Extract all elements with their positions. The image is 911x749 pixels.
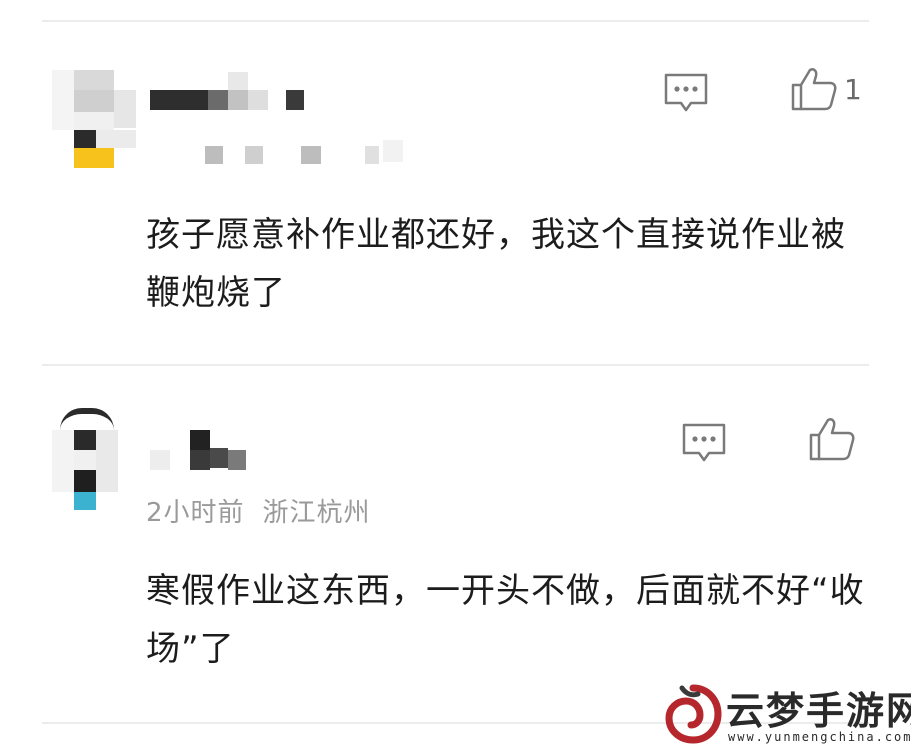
reply-button[interactable] xyxy=(680,422,728,464)
like-button[interactable] xyxy=(808,416,856,462)
comment-meta-redacted xyxy=(205,140,465,168)
watermark-url: www.yunmengchina.com xyxy=(728,730,911,744)
reply-button[interactable] xyxy=(662,72,710,114)
comment-text: 孩子愿意补作业都还好，我这个直接说作业被鞭炮烧了 xyxy=(146,215,846,313)
comment-bubble-icon xyxy=(682,423,726,462)
comment-meta: 2小时前 浙江杭州 xyxy=(146,492,389,529)
username[interactable] xyxy=(150,430,410,470)
like-button[interactable]: 1 xyxy=(790,66,862,112)
like-count: 1 xyxy=(844,72,862,106)
avatar[interactable] xyxy=(52,408,142,518)
comment-location: 浙江杭州 xyxy=(262,498,371,528)
watermark: 云梦手游网 www.yunmengchina.com xyxy=(660,680,911,749)
divider-top xyxy=(42,20,869,22)
comment-bubble-icon xyxy=(664,73,708,112)
avatar[interactable] xyxy=(52,70,142,180)
comment-time: 2小时前 xyxy=(146,498,245,528)
logo-icon xyxy=(665,684,722,744)
comment-text: 寒假作业这东西，一开头不做，后面就不好“收场”了 xyxy=(146,571,865,669)
watermark-title: 云梦手游网 xyxy=(726,688,911,733)
divider-middle xyxy=(42,364,869,366)
thumbs-up-icon xyxy=(809,418,855,461)
thumbs-up-icon xyxy=(791,68,837,111)
username[interactable] xyxy=(150,72,410,112)
